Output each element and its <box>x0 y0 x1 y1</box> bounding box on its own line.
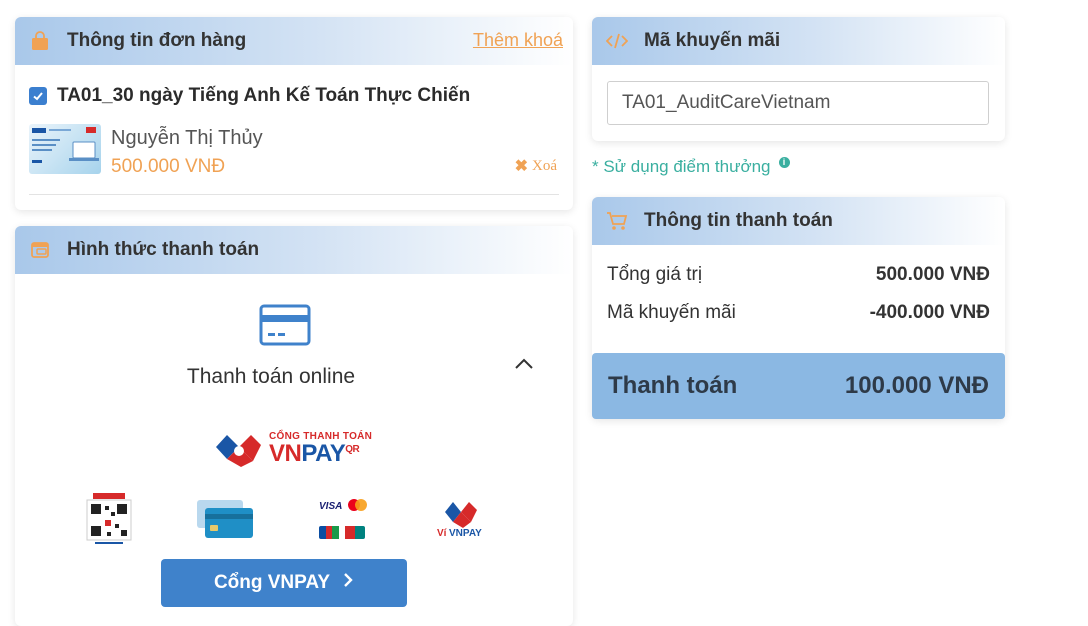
reward-points-label: * Sử dụng điểm thưởng <box>592 157 771 176</box>
promo-code-title: Mã khuyến mãi <box>644 30 781 51</box>
payment-info-card: Thông tin thanh toán Tổng giá trị 500.00… <box>592 197 1005 419</box>
vnpay-button-label: Cổng VNPAY <box>213 572 331 593</box>
info-icon[interactable]: i <box>778 156 790 168</box>
course-thumbnail <box>29 124 101 174</box>
delete-label: Xoá <box>532 157 557 174</box>
vnpay-mark-icon <box>216 435 261 467</box>
chevron-right-icon <box>342 572 354 594</box>
payment-info-header: Thông tin thanh toán <box>592 197 1005 245</box>
grand-total-amount: 100.000 VNĐ <box>844 372 989 399</box>
divider <box>29 194 559 195</box>
chevron-up-icon[interactable] <box>513 356 535 377</box>
payment-method-card: Hình thức thanh toán Thanh toán online C… <box>15 226 573 626</box>
gateway-brand: VNPAYQR <box>269 442 372 466</box>
grand-total-bar: Thanh toán 100.000 VNĐ <box>592 353 1005 419</box>
payment-method-title: Hình thức thanh toán <box>67 239 260 260</box>
shopping-bag-icon <box>29 30 51 52</box>
payment-info-title: Thông tin thanh toán <box>644 210 833 231</box>
total-value-label: Tổng giá trị <box>607 264 703 285</box>
course-price: 500.000 VNĐ <box>111 156 226 177</box>
code-icon <box>606 30 628 52</box>
online-payment-label: Thanh toán online <box>186 365 356 388</box>
payment-method-header: Hình thức thanh toán <box>15 226 573 274</box>
discount-label: Mã khuyến mãi <box>607 302 736 323</box>
vnpay-qr-logo: CỔNG THANH TOÁN VNPAYQR <box>213 429 372 469</box>
international-card-option[interactable]: VISA <box>317 496 369 547</box>
course-row: TA01_30 ngày Tiếng Anh Kế Toán Thực Chiế… <box>29 85 470 107</box>
discount-row: Mã khuyến mãi -400.000 VNĐ <box>607 302 990 324</box>
order-info-card: Thông tin đơn hàng Thêm khoá TA01_30 ngà… <box>15 17 573 210</box>
vnpay-qr-option[interactable] <box>85 492 133 551</box>
svg-text:Ví: Ví <box>437 528 448 539</box>
total-value-amount: 500.000 VNĐ <box>875 264 990 285</box>
gateway-brand-vn: VN <box>269 440 302 467</box>
teacher-name: Nguyễn Thị Thủy <box>111 127 263 149</box>
close-icon: ✖ <box>514 158 528 175</box>
order-info-title: Thông tin đơn hàng <box>67 30 247 51</box>
gateway-brand-pay: PAY <box>301 440 346 467</box>
total-value-row: Tổng giá trị 500.000 VNĐ <box>607 264 990 286</box>
vnpay-wallet-option[interactable]: Ví VNPAY <box>435 498 487 549</box>
use-reward-points-link[interactable]: * Sử dụng điểm thưởng i <box>592 156 790 177</box>
discount-amount: -400.000 VNĐ <box>869 302 990 323</box>
course-checkbox[interactable] <box>29 87 47 105</box>
gateway-brand-qr: QR <box>345 444 360 455</box>
svg-text:VISA: VISA <box>319 501 342 512</box>
promo-code-input[interactable] <box>607 81 989 125</box>
promo-code-header: Mã khuyến mãi <box>592 17 1005 65</box>
cart-icon <box>606 210 628 232</box>
add-course-link[interactable]: Thêm khoá <box>473 30 563 51</box>
grand-total-label: Thanh toán <box>608 372 738 399</box>
credit-card-icon <box>259 304 311 351</box>
wallet-icon <box>29 239 51 261</box>
atm-card-option[interactable] <box>195 498 255 545</box>
course-name: TA01_30 ngày Tiếng Anh Kế Toán Thực Chiế… <box>57 85 471 106</box>
svg-text:VNPAY: VNPAY <box>449 528 482 539</box>
promo-code-card: Mã khuyến mãi <box>592 17 1005 141</box>
vnpay-gateway-button[interactable]: Cổng VNPAY <box>161 559 407 607</box>
delete-course-button[interactable]: ✖ Xoá <box>515 156 557 176</box>
